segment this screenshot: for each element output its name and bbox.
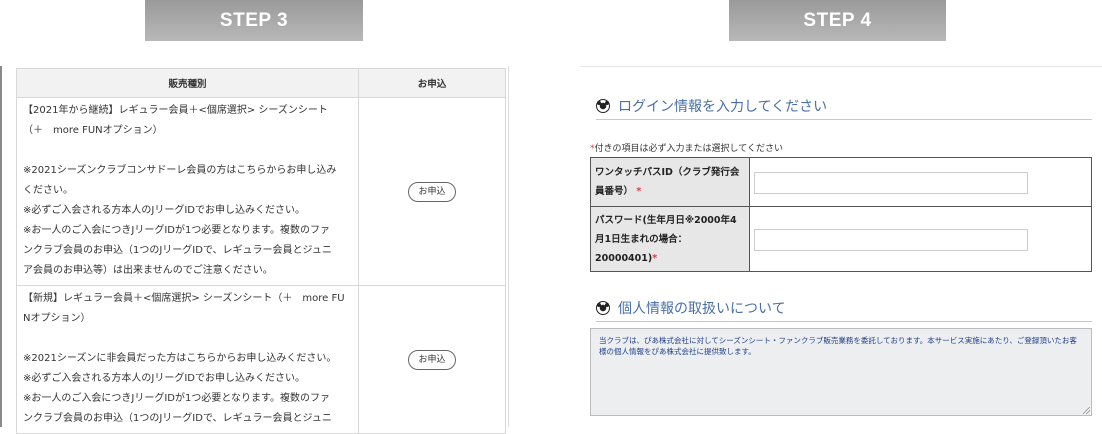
required-note-text: 付きの項目は必ず入力または選択してください xyxy=(594,144,783,154)
apply-button-new[interactable]: お申込 xyxy=(408,349,456,370)
member-id-cell xyxy=(749,157,1092,207)
desc-line: ※必ずご入会される方本人のJリーグIDでお申し込みください。 xyxy=(23,373,305,384)
privacy-section-heading: 個人情報の取扱いについて xyxy=(596,298,1092,322)
desc-line: 【新規】レギュラー会員＋<個席選択> シーズンシート（＋ more FU xyxy=(23,293,345,304)
header-sales-type: 販売種別 xyxy=(16,68,359,98)
soccer-ball-icon xyxy=(596,301,610,315)
login-form-table: ワンタッチパスID（クラブ発行会員番号） * パスワード(生年月日※2000年4… xyxy=(590,157,1092,272)
resize-handle-icon[interactable] xyxy=(1083,407,1090,414)
password-label: パスワード(生年月日※2000年4月1日生まれの場合：20000401)* xyxy=(590,206,750,272)
step4-top-divider xyxy=(580,66,1102,67)
table-row: 【新規】レギュラー会員＋<個席選択> シーズンシート（＋ more FU Nオプ… xyxy=(16,285,506,434)
password-label-text: パスワード(生年月日※2000年4月1日生まれの場合：20000401) xyxy=(595,214,737,264)
login-heading-text: ログイン情報を入力してください xyxy=(618,99,828,115)
desc-blank-line xyxy=(23,329,352,349)
step3-banner: STEP 3 xyxy=(145,0,363,41)
desc-line: Nオプション） xyxy=(23,313,91,324)
required-note: *付きの項目は必ず入力または選択してください xyxy=(590,141,783,154)
desc-line: ※2021シーズンクラブコンサドーレ会員の方はこちらからお申し込み xyxy=(23,165,337,176)
desc-blank-line xyxy=(23,141,352,161)
step4-banner: STEP 4 xyxy=(729,0,946,41)
desc-line: 【2021年から継続】レギュラー会員＋<個席選択> シーズンシート xyxy=(23,105,328,116)
desc-line: ※2021シーズンに非会員だった方はこちらからお申し込みください。 xyxy=(23,353,337,364)
required-mark: * xyxy=(652,252,658,264)
desc-line: （＋ more FUNオプション） xyxy=(23,125,163,136)
apply-button-continuing[interactable]: お申込 xyxy=(408,181,456,202)
sales-type-description: 【2021年から継続】レギュラー会員＋<個席選択> シーズンシート （＋ mor… xyxy=(16,97,359,286)
apply-cell: お申込 xyxy=(358,97,506,286)
sales-type-description: 【新規】レギュラー会員＋<個席選択> シーズンシート（＋ more FU Nオプ… xyxy=(16,285,359,434)
desc-line: ※お一人のご入会につきJリーグIDが1つ必要となります。複数のファ xyxy=(23,225,331,236)
desc-line: ※お一人のご入会につきJリーグIDが1つ必要となります。複数のファ xyxy=(23,393,331,404)
scroll-edge xyxy=(508,66,509,427)
soccer-ball-icon xyxy=(596,99,610,113)
privacy-text: 当クラブは、ぴあ株式会社に対してシーズンシート・ファンクラブ販売業務を委託してお… xyxy=(599,336,1077,356)
desc-line: ください。 xyxy=(23,185,73,196)
apply-cell: お申込 xyxy=(358,285,506,434)
member-id-input[interactable] xyxy=(754,171,1028,194)
privacy-policy-textarea[interactable]: 当クラブは、ぴあ株式会社に対してシーズンシート・ファンクラブ販売業務を委託してお… xyxy=(590,328,1092,416)
password-cell xyxy=(749,206,1092,272)
form-row-member-id: ワンタッチパスID（クラブ発行会員番号） * xyxy=(590,157,1092,207)
desc-line: ンクラブ会員のお申込（1つのJリーグIDで、レギュラー会員とジュニ xyxy=(23,245,332,256)
header-apply: お申込 xyxy=(358,68,506,98)
login-section-heading: ログイン情報を入力してください xyxy=(596,96,1092,120)
desc-line: ア会員のお申込等）は出来ませんのでご注意ください。 xyxy=(23,265,273,276)
privacy-heading-text: 個人情報の取扱いについて xyxy=(618,301,786,317)
member-id-label-text: ワンタッチパスID（クラブ発行会員番号） xyxy=(595,167,740,197)
table-header-row: 販売種別 お申込 xyxy=(16,68,506,98)
required-mark: * xyxy=(636,186,642,197)
left-divider xyxy=(0,66,2,427)
sales-type-table: 販売種別 お申込 【2021年から継続】レギュラー会員＋<個席選択> シーズンシ… xyxy=(16,68,506,434)
form-row-password: パスワード(生年月日※2000年4月1日生まれの場合：20000401)* xyxy=(590,206,1092,272)
password-input[interactable] xyxy=(754,228,1028,251)
desc-line: ンクラブ会員のお申込（1つのJリーグIDで、レギュラー会員とジュニ xyxy=(23,413,332,424)
member-id-label: ワンタッチパスID（クラブ発行会員番号） * xyxy=(590,157,750,207)
desc-line: ※必ずご入会される方本人のJリーグIDでお申し込みください。 xyxy=(23,205,305,216)
table-row: 【2021年から継続】レギュラー会員＋<個席選択> シーズンシート （＋ mor… xyxy=(16,97,506,286)
